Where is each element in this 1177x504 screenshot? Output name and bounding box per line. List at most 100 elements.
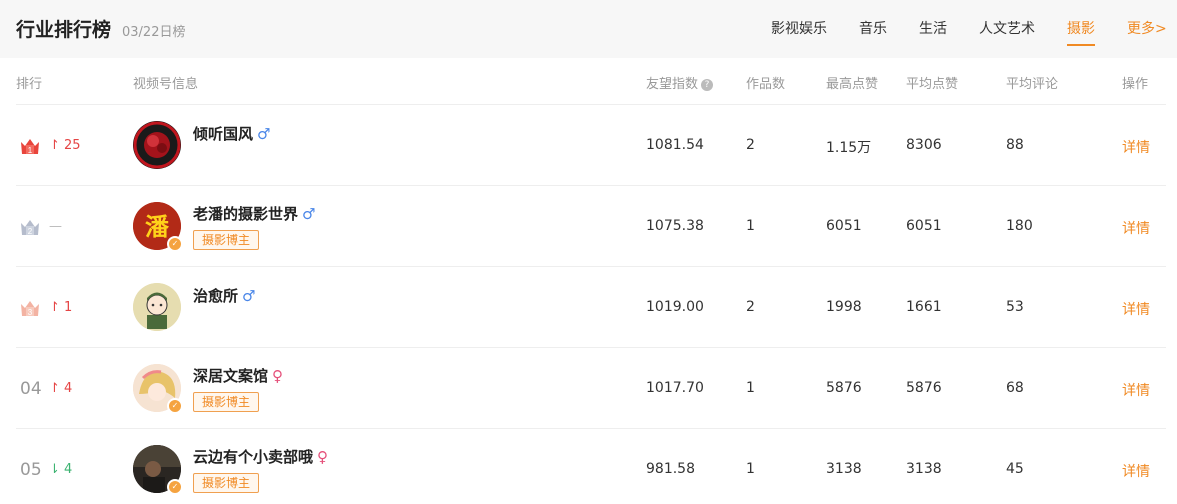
detail-link[interactable]: 详情 [1122, 461, 1150, 481]
male-icon: ♂ [257, 125, 271, 143]
tab-music[interactable]: 音乐 [859, 18, 887, 38]
avg-likes: 5876 [906, 380, 942, 396]
col-avg-comments: 平均评论 [1006, 77, 1059, 92]
avatar[interactable]: ✓ [133, 445, 183, 495]
channel-name-text: 深居文案馆 [193, 367, 269, 385]
detail-link[interactable]: 详情 [1122, 218, 1150, 238]
tab-film-entertainment[interactable]: 影视娱乐 [771, 18, 827, 38]
col-youwang-index-label: 友望指数 [646, 77, 699, 92]
col-avg-likes: 平均点赞 [906, 77, 959, 92]
channel-name-text: 老潘的摄影世界 [193, 205, 299, 223]
crown-gold-icon: 1 [21, 139, 39, 155]
channel-name[interactable]: 云边有个小卖部哦 ♀ [193, 446, 328, 467]
avg-likes: 3138 [906, 461, 942, 477]
avatar-text: 潘 [145, 213, 170, 241]
verified-badge-icon: ✓ [167, 479, 183, 495]
channel-name[interactable]: 老潘的摄影世界 ♂ [193, 203, 315, 224]
tab-life[interactable]: 生活 [919, 18, 947, 38]
channel-name[interactable]: 深居文案馆 ♀ [193, 365, 283, 386]
verified-badge-icon: ✓ [167, 236, 183, 252]
rank-trend: ⇂ 4 [49, 462, 72, 477]
max-likes: 5876 [826, 380, 862, 396]
rank-change: 4 [64, 381, 73, 396]
col-channel-info: 视频号信息 [133, 77, 199, 92]
category-tabs: 影视娱乐 音乐 生活 人文艺术 摄影 更多> [0, 18, 1177, 48]
female-icon: ♀ [317, 448, 329, 466]
youwang-index: 1019.00 [646, 299, 704, 315]
avatar[interactable]: 潘 ✓ [133, 202, 183, 252]
works-count: 2 [746, 299, 755, 315]
rank-change: 1 [64, 300, 73, 315]
rank-trend: ↾ 4 [49, 381, 72, 396]
category-tag: 摄影博主 [193, 230, 260, 250]
rank-number: 04 [20, 379, 42, 399]
rank-trend: ↾ 25 [49, 138, 81, 153]
crown-silver-icon: 2 [21, 220, 39, 236]
table-row: 1 ↾ 25 倾听国风 ♂ 1081.54 2 1.15万 8306 88 详情 [16, 104, 1166, 185]
crown-rank-number: 2 [28, 227, 33, 236]
avg-likes: 6051 [906, 218, 942, 234]
female-icon: ♀ [272, 367, 284, 385]
table-row: 04 ↾ 4 ✓ 深居文案馆 ♀ 摄影博主 1017.70 1 5876 5876… [16, 347, 1166, 428]
crown-rank-number: 1 [28, 146, 33, 155]
works-count: 1 [746, 218, 755, 234]
male-icon: ♂ [242, 287, 256, 305]
youwang-index: 1081.54 [646, 137, 704, 153]
avatar[interactable] [133, 283, 181, 331]
channel-name[interactable]: 倾听国风 ♂ [193, 123, 270, 144]
col-youwang-index: 友望指数? [646, 73, 714, 92]
youwang-index: 1017.70 [646, 380, 704, 396]
col-rank: 排行 [16, 77, 43, 92]
max-likes: 1.15万 [826, 140, 872, 156]
avg-likes: 8306 [906, 137, 942, 153]
works-count: 1 [746, 380, 755, 396]
works-count: 1 [746, 461, 755, 477]
rank-change: — [49, 219, 62, 234]
youwang-index: 981.58 [646, 461, 695, 477]
arrow-up-icon: ↾ [49, 300, 65, 315]
avatar[interactable] [133, 121, 181, 169]
youwang-index: 1075.38 [646, 218, 704, 234]
avg-comments: 68 [1006, 380, 1024, 396]
avg-comments: 45 [1006, 461, 1024, 477]
arrow-down-icon: ⇂ [49, 462, 65, 477]
table-row: 3 ↾ 1 治愈所 ♂ 1019.00 2 1998 1661 53 详情 [16, 266, 1166, 347]
tab-humanities-art[interactable]: 人文艺术 [979, 18, 1035, 38]
avg-comments: 53 [1006, 299, 1024, 315]
tab-photography[interactable]: 摄影 [1067, 18, 1095, 46]
channel-name-text: 云边有个小卖部哦 [193, 448, 314, 466]
avg-likes: 1661 [906, 299, 942, 315]
avg-comments: 180 [1006, 218, 1033, 234]
col-max-likes: 最高点赞 [826, 77, 879, 92]
avatar[interactable]: ✓ [133, 364, 183, 414]
category-tag: 摄影博主 [193, 392, 260, 412]
rank-number: 05 [20, 460, 42, 480]
verified-badge-icon: ✓ [167, 398, 183, 414]
max-likes: 3138 [826, 461, 862, 477]
detail-link[interactable]: 详情 [1122, 299, 1150, 319]
channel-name-text: 治愈所 [193, 287, 239, 305]
avatar-image [133, 121, 181, 169]
header-bar: 行业排行榜 03/22日榜 影视娱乐 音乐 生活 人文艺术 摄影 更多> [0, 0, 1177, 58]
more-link[interactable]: 更多> [1127, 18, 1167, 38]
rank-trend: ↾ 1 [49, 300, 72, 315]
col-action: 操作 [1122, 77, 1149, 92]
channel-name[interactable]: 治愈所 ♂ [193, 285, 255, 306]
table-row: 05 ⇂ 4 ✓ 云边有个小卖部哦 ♀ 摄影博主 981.58 1 3138 31… [16, 428, 1166, 504]
max-likes: 1998 [826, 299, 862, 315]
arrow-up-icon: ↾ [49, 381, 65, 396]
max-likes: 6051 [826, 218, 862, 234]
rank-change: 4 [64, 462, 73, 477]
male-icon: ♂ [302, 205, 316, 223]
rank-change: 25 [64, 138, 81, 153]
detail-link[interactable]: 详情 [1122, 380, 1150, 400]
help-icon[interactable]: ? [701, 79, 714, 91]
works-count: 2 [746, 137, 755, 153]
avg-comments: 88 [1006, 137, 1024, 153]
col-works: 作品数 [746, 77, 786, 92]
crown-rank-number: 3 [28, 308, 33, 317]
detail-link[interactable]: 详情 [1122, 137, 1150, 157]
category-tag: 摄影博主 [193, 473, 260, 493]
arrow-up-icon: ↾ [49, 138, 65, 153]
table-row: 2 — 潘 ✓ 老潘的摄影世界 ♂ 摄影博主 1075.38 1 6051 605… [16, 185, 1166, 266]
